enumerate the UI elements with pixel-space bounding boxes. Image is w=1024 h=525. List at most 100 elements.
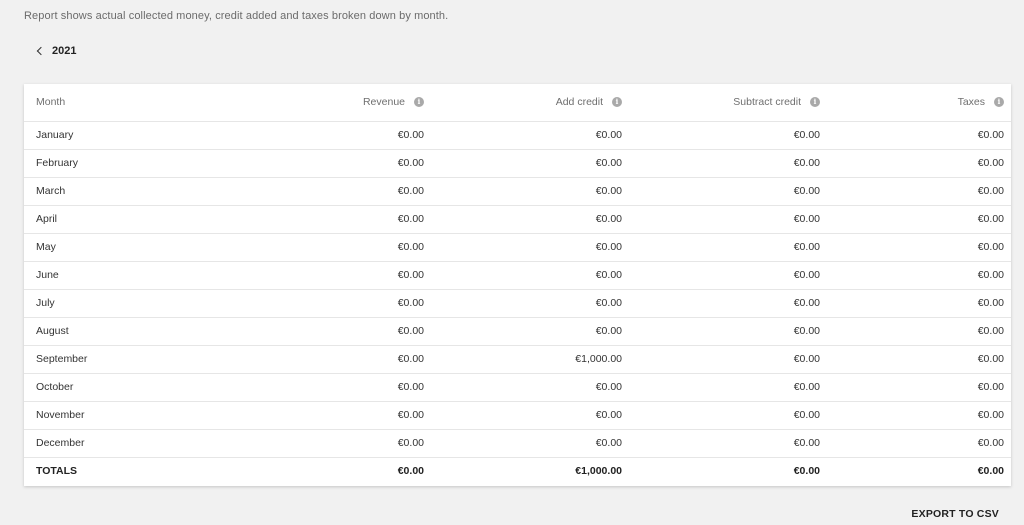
cell-subtract-credit: €0.00 [793, 157, 820, 169]
table-row: June €0.00 €0.00 €0.00 €0.00 [24, 261, 1011, 289]
column-header-taxes: Taxes i [832, 84, 1011, 121]
total-revenue: €0.00 [397, 465, 424, 478]
cell-subtract-credit: €0.00 [793, 185, 820, 197]
column-header-label: Taxes [957, 96, 985, 109]
cell-add-credit: €0.00 [595, 241, 622, 253]
cell-month: April [36, 213, 58, 225]
report-table-card: Month Revenue i Add credit i Subtract cr… [24, 84, 1011, 486]
cell-subtract-credit: €0.00 [793, 325, 820, 337]
table-row: April €0.00 €0.00 €0.00 €0.00 [24, 205, 1011, 233]
column-header-month: Month [24, 84, 214, 121]
cell-subtract-credit: €0.00 [793, 409, 820, 421]
cell-month: September [36, 353, 88, 365]
cell-month: November [36, 409, 85, 421]
cell-add-credit: €0.00 [595, 157, 622, 169]
chevron-left-icon[interactable] [36, 46, 46, 56]
cell-subtract-credit: €0.00 [793, 353, 820, 365]
cell-subtract-credit: €0.00 [793, 269, 820, 281]
cell-month: July [36, 297, 55, 309]
total-add-credit: €1,000.00 [575, 465, 622, 478]
cell-add-credit: €0.00 [595, 381, 622, 393]
year-label: 2021 [52, 45, 77, 57]
cell-subtract-credit: €0.00 [793, 381, 820, 393]
column-header-add-credit: Add credit i [436, 84, 634, 121]
cell-month: March [36, 185, 66, 197]
report-table: Month Revenue i Add credit i Subtract cr… [24, 84, 1011, 485]
cell-taxes: €0.00 [977, 269, 1004, 281]
total-subtract-credit: €0.00 [793, 465, 820, 478]
column-header-subtract-credit: Subtract credit i [634, 84, 832, 121]
total-taxes: €0.00 [977, 465, 1004, 478]
cell-taxes: €0.00 [977, 241, 1004, 253]
column-header-label: Subtract credit [733, 96, 801, 109]
cell-revenue: €0.00 [397, 381, 424, 393]
cell-revenue: €0.00 [397, 297, 424, 309]
cell-month: January [36, 129, 74, 141]
column-header-label: Add credit [555, 96, 603, 109]
cell-add-credit: €0.00 [595, 297, 622, 309]
totals-row: TOTALS €0.00 €1,000.00 €0.00 €0.00 [24, 457, 1011, 485]
year-navigation[interactable]: 2021 [36, 45, 77, 57]
column-header-label: Revenue [362, 96, 405, 109]
cell-add-credit: €0.00 [595, 213, 622, 225]
cell-add-credit: €0.00 [595, 409, 622, 421]
column-header-label: Month [36, 96, 66, 109]
table-row: February €0.00 €0.00 €0.00 €0.00 [24, 149, 1011, 177]
cell-revenue: €0.00 [397, 213, 424, 225]
cell-add-credit: €0.00 [595, 437, 622, 449]
cell-add-credit: €0.00 [595, 185, 622, 197]
cell-revenue: €0.00 [397, 185, 424, 197]
table-row: March €0.00 €0.00 €0.00 €0.00 [24, 177, 1011, 205]
table-row: August €0.00 €0.00 €0.00 €0.00 [24, 317, 1011, 345]
cell-taxes: €0.00 [977, 437, 1004, 449]
table-row: January €0.00 €0.00 €0.00 €0.00 [24, 121, 1011, 149]
cell-subtract-credit: €0.00 [793, 213, 820, 225]
cell-taxes: €0.00 [977, 409, 1004, 421]
cell-revenue: €0.00 [397, 409, 424, 421]
info-icon[interactable]: i [414, 97, 424, 108]
cell-revenue: €0.00 [397, 353, 424, 365]
cell-taxes: €0.00 [977, 185, 1004, 197]
table-header-row: Month Revenue i Add credit i Subtract cr… [24, 84, 1011, 121]
cell-month: May [36, 241, 56, 253]
totals-label: TOTALS [36, 465, 78, 478]
cell-taxes: €0.00 [977, 213, 1004, 225]
cell-taxes: €0.00 [977, 325, 1004, 337]
cell-month: February [36, 157, 79, 169]
cell-month: August [36, 325, 69, 337]
cell-taxes: €0.00 [977, 381, 1004, 393]
cell-month: December [36, 437, 85, 449]
info-icon[interactable]: i [994, 97, 1004, 108]
cell-taxes: €0.00 [977, 297, 1004, 309]
info-icon[interactable]: i [612, 97, 622, 108]
cell-revenue: €0.00 [397, 325, 424, 337]
table-row: May €0.00 €0.00 €0.00 €0.00 [24, 233, 1011, 261]
cell-taxes: €0.00 [977, 129, 1004, 141]
cell-revenue: €0.00 [397, 241, 424, 253]
cell-taxes: €0.00 [977, 157, 1004, 169]
info-icon[interactable]: i [810, 97, 820, 108]
cell-revenue: €0.00 [397, 437, 424, 449]
cell-subtract-credit: €0.00 [793, 437, 820, 449]
table-row: November €0.00 €0.00 €0.00 €0.00 [24, 401, 1011, 429]
cell-subtract-credit: €0.00 [793, 241, 820, 253]
cell-month: October [36, 381, 74, 393]
cell-revenue: €0.00 [397, 129, 424, 141]
table-row: September €0.00 €1,000.00 €0.00 €0.00 [24, 345, 1011, 373]
cell-revenue: €0.00 [397, 269, 424, 281]
table-row: October €0.00 €0.00 €0.00 €0.00 [24, 373, 1011, 401]
cell-add-credit: €0.00 [595, 269, 622, 281]
cell-taxes: €0.00 [977, 353, 1004, 365]
cell-subtract-credit: €0.00 [793, 129, 820, 141]
cell-month: June [36, 269, 59, 281]
export-csv-button[interactable]: EXPORT TO CSV [911, 508, 999, 520]
table-row: July €0.00 €0.00 €0.00 €0.00 [24, 289, 1011, 317]
cell-add-credit: €0.00 [595, 129, 622, 141]
column-header-revenue: Revenue i [214, 84, 436, 121]
cell-subtract-credit: €0.00 [793, 297, 820, 309]
report-description: Report shows actual collected money, cre… [24, 10, 449, 22]
cell-add-credit: €0.00 [595, 325, 622, 337]
table-row: December €0.00 €0.00 €0.00 €0.00 [24, 429, 1011, 457]
cell-revenue: €0.00 [397, 157, 424, 169]
cell-add-credit: €1,000.00 [575, 353, 622, 365]
